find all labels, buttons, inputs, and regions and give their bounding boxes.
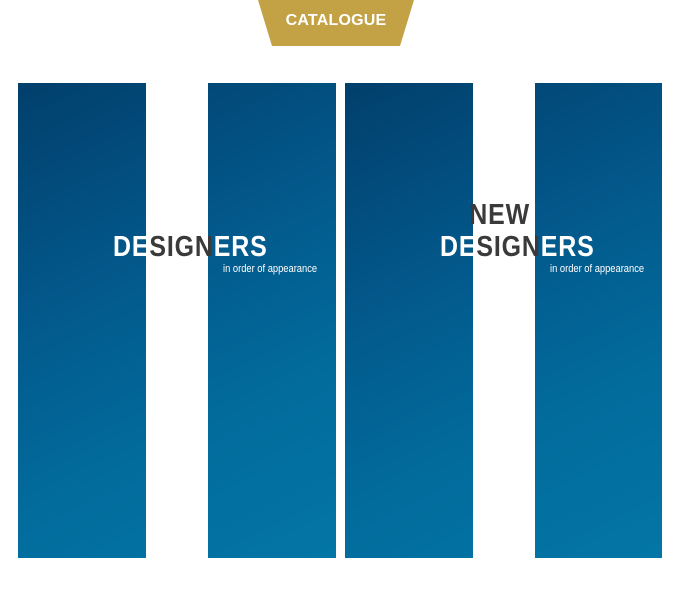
title-part-middle: SIGN — [149, 231, 214, 263]
cover-title-line: DESIGNERS — [113, 231, 268, 263]
cover-subtitle: in order of appearance — [550, 263, 645, 275]
title-part-left: DE — [440, 231, 477, 263]
cover-white-stripe — [146, 83, 208, 558]
cover-title-line: DESIGNERS — [440, 231, 595, 263]
cover-title-line: NEW — [440, 199, 595, 231]
title-part-right: ERS — [213, 231, 268, 263]
title-part-right: ERS — [540, 231, 595, 263]
catalogue-tab[interactable]: CATALOGUE — [258, 0, 414, 46]
title-part-middle: SIGN — [476, 231, 541, 263]
title-part-middle: NEW — [469, 199, 531, 231]
catalogue-tab-label: CATALOGUE — [285, 12, 387, 29]
cover-white-stripe — [473, 83, 535, 558]
title-part-left: DE — [113, 231, 150, 263]
page: CATALOGUE DESIGNERS in order of appearan… — [0, 0, 680, 600]
cover-title: DESIGNERS — [113, 231, 293, 263]
cover-designers[interactable]: DESIGNERS in order of appearance — [18, 83, 336, 558]
cover-new-designers[interactable]: NEW DESIGNERS in order of appearance — [345, 83, 662, 558]
cover-subtitle: in order of appearance — [223, 263, 318, 275]
cover-title: NEW DESIGNERS — [440, 199, 620, 263]
